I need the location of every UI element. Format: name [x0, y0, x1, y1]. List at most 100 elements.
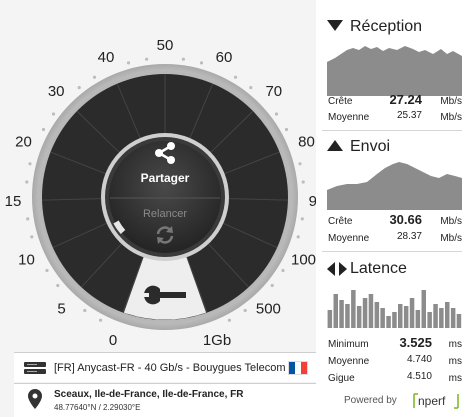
reception-peak-unit: Mb/s: [440, 96, 462, 107]
gauge-tick-dot: [56, 283, 60, 288]
gauge-tick-dot: [51, 112, 56, 116]
latency-bar: [339, 300, 344, 328]
latency-avg-unit: ms: [448, 356, 462, 367]
gauge-tick-label: 50: [157, 37, 174, 54]
download-arrow-icon: [327, 20, 343, 31]
latency-title: Latence: [350, 260, 407, 277]
latency-bar: [386, 316, 391, 328]
gauge-tick-label: 70: [265, 83, 282, 100]
latency-bar: [356, 306, 362, 328]
share-icon[interactable]: [152, 140, 178, 166]
latency-header: Latence: [322, 256, 462, 282]
upload-peak-row: Crête 30.66 Mb/s: [328, 212, 462, 228]
reception-peak-value: 27.24: [389, 92, 422, 107]
retry-button[interactable]: Relancer: [115, 208, 215, 220]
upload-peak-unit: Mb/s: [440, 216, 462, 227]
gauge-tick-dot: [284, 127, 289, 132]
speedometer-panel: 0 5 10 15 20 30 40 50 60 70 80 90 100 500 1Gb Partager…: [0, 0, 316, 417]
nperf-brand: nperf: [418, 394, 446, 408]
gauge-tick-dot: [45, 268, 49, 273]
gauge-tick-dot: [145, 57, 149, 61]
upload-avg-row: Moyenne 28.37 Mb/s: [328, 231, 462, 245]
gauge-tick-label: 90: [309, 193, 316, 210]
location-name: Sceaux, Ile-de-France, Ile-de-France, FR: [54, 389, 244, 400]
gauge-tick-dot: [233, 75, 238, 79]
latency-bar: [327, 310, 333, 328]
gauge-tick-dot: [92, 75, 97, 79]
gauge-tick-label: 10: [18, 252, 35, 269]
gauge-tick-dot: [30, 235, 34, 239]
upload-title: Envoi: [350, 138, 391, 155]
gauge-tick-label: 60: [216, 49, 233, 66]
reception-avg-row: Moyenne 25.37 Mb/s: [328, 110, 462, 124]
gauge-tick-label: 0: [109, 332, 117, 349]
latency-min-value: 3.525: [399, 335, 432, 350]
powered-by[interactable]: Powered by nperf: [322, 392, 462, 410]
gauge-tick-label: 20: [15, 134, 32, 151]
upload-avg-unit: Mb/s: [440, 233, 462, 244]
latency-bar: [368, 294, 374, 328]
upload-peak-label: Crête: [328, 216, 353, 227]
refresh-icon[interactable]: [153, 223, 177, 247]
latency-min-row: Minimum 3.525 ms: [328, 335, 462, 351]
reception-avg-label: Moyenne: [328, 112, 370, 123]
gauge-tick-dot: [99, 318, 103, 322]
reception-avg-value: 25.37: [396, 110, 422, 121]
gauge-tick-dot: [126, 61, 131, 65]
gauge-tick-label: 40: [98, 49, 115, 66]
gauge-tick-label: 500: [256, 300, 281, 317]
gauge-tick-dot: [26, 217, 30, 221]
latency-min-unit: ms: [448, 339, 462, 350]
latency-bar: [439, 308, 444, 328]
latency-bar: [409, 298, 415, 328]
gauge-tick-label: 15: [5, 193, 22, 210]
latency-bar: [450, 308, 456, 328]
gauge-tick-label: 30: [48, 83, 65, 100]
share-button[interactable]: Partager: [115, 171, 215, 185]
latency-bar: [333, 294, 338, 328]
gauge-tick-dot: [274, 112, 279, 116]
gauge-tick-dot: [300, 217, 304, 221]
gauge-tick-dot: [301, 180, 305, 184]
reception-title: Réception: [350, 18, 423, 35]
latency-avg-row: Moyenne 4.740 ms: [328, 354, 462, 368]
latency-arrows-icon: [327, 262, 347, 276]
upload-header: Envoi: [322, 134, 462, 160]
reception-peak-label: Crête: [328, 96, 353, 107]
reception-chart: [327, 46, 462, 96]
latency-avg-value: 4.740: [406, 354, 432, 365]
latency-bar: [380, 308, 385, 328]
wrench-icon[interactable]: [142, 284, 188, 306]
divider: [322, 130, 462, 131]
latency-jitter-value: 4.510: [406, 371, 432, 382]
server-row[interactable]: [FR] Anycast-FR - 40 Gb/s - Bouygues Tel…: [14, 352, 316, 382]
latency-bar: [427, 312, 432, 328]
gauge-tick-dot: [296, 235, 300, 239]
server-icon: [24, 362, 46, 374]
gauge-tick-dot: [41, 127, 46, 132]
latency-bar: [433, 304, 438, 328]
upload-arrow-icon: [327, 140, 343, 151]
map-pin-icon: [28, 389, 42, 409]
latency-jitter-row: Gigue 4.510 ms: [328, 371, 462, 385]
france-flag-icon: [288, 361, 308, 375]
gauge-tick-dot: [181, 57, 185, 61]
gauge-tick-dot: [77, 86, 81, 90]
reception-avg-unit: Mb/s: [440, 112, 462, 123]
divider: [322, 251, 462, 252]
gauge-tick-dot: [281, 268, 285, 273]
gauge-tick-label: 100: [291, 252, 316, 269]
latency-chart: [327, 290, 462, 328]
latency-bar: [351, 290, 356, 328]
latency-bar: [415, 310, 421, 328]
latency-bar: [421, 290, 426, 328]
upload-avg-value: 28.37: [396, 231, 422, 242]
upload-chart: [327, 162, 462, 210]
gauge-tick-label: 1Gb: [203, 332, 231, 349]
reception-header: Réception: [322, 14, 462, 40]
latency-bar: [456, 314, 462, 328]
gauge-tick-dot: [298, 162, 302, 166]
results-panel: Réception Crête 27.24 Mb/s Moyenne 25.37…: [322, 14, 462, 417]
gauge-tick-dot: [25, 180, 29, 184]
latency-bar: [403, 306, 409, 328]
